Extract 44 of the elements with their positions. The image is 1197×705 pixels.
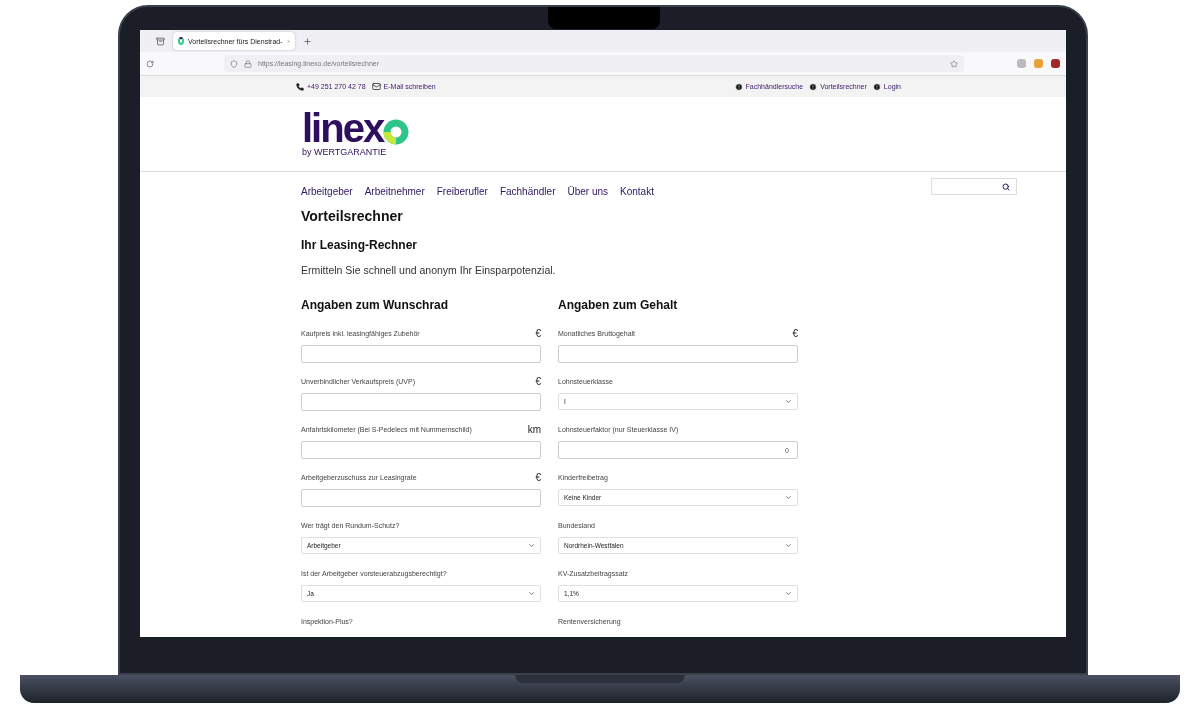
input-field[interactable] xyxy=(301,345,541,363)
input-field[interactable] xyxy=(558,345,798,363)
unit-label: km xyxy=(527,423,541,435)
exclamation-icon xyxy=(734,82,743,91)
nav-link[interactable]: Über uns xyxy=(567,185,609,197)
nav-link[interactable]: Fachhändler xyxy=(499,185,556,197)
chevron-icon xyxy=(785,542,792,549)
intro-text: Ermitteln Sie schnell und anonym Ihr Einsparpotenzial. xyxy=(301,264,557,276)
exclamation-icon xyxy=(809,82,818,91)
star-icon[interactable] xyxy=(950,59,958,68)
nav-link[interactable]: Kontakt xyxy=(620,185,654,197)
input-field[interactable] xyxy=(301,489,541,507)
chevron-icon xyxy=(785,494,792,501)
column-heading: Angaben zum Wunschrad xyxy=(301,298,450,312)
unit-label: € xyxy=(535,375,541,387)
section-title: Ihr Leasing-Rechner xyxy=(301,238,419,252)
logo: linex xyxy=(302,111,1066,145)
input-field[interactable] xyxy=(301,441,541,459)
phone-icon xyxy=(296,82,304,91)
favicon-icon xyxy=(178,37,184,45)
nav-link[interactable]: Arbeitgeber xyxy=(301,185,353,197)
chevron-icon xyxy=(785,398,792,405)
shield-icon xyxy=(230,59,238,68)
chevron-icon xyxy=(785,590,792,597)
mail-icon xyxy=(371,82,381,91)
reload-icon[interactable] xyxy=(146,59,154,68)
exclamation-icon xyxy=(872,82,881,91)
input-field[interactable] xyxy=(301,393,541,411)
logo-tagline: by WERTGARANTIE xyxy=(302,147,388,157)
new-tab-icon[interactable] xyxy=(303,36,312,46)
nav-link[interactable]: Arbeitnehmer xyxy=(364,185,425,197)
unit-label: € xyxy=(792,327,798,339)
search-icon[interactable] xyxy=(1002,182,1010,191)
tab-list-icon[interactable] xyxy=(156,36,165,46)
chevron-icon xyxy=(528,542,535,549)
chevron-icon xyxy=(528,590,535,597)
lock-icon xyxy=(244,59,252,68)
ring-logo-icon xyxy=(383,119,410,145)
search-field[interactable] xyxy=(931,178,1017,195)
nav-link[interactable]: Freiberufler xyxy=(436,185,488,197)
column-heading: Angaben zum Gehalt xyxy=(558,298,679,312)
page-title: Vorteilsrechner xyxy=(301,208,404,224)
unit-label: € xyxy=(535,327,541,339)
unit-label: € xyxy=(535,471,541,483)
